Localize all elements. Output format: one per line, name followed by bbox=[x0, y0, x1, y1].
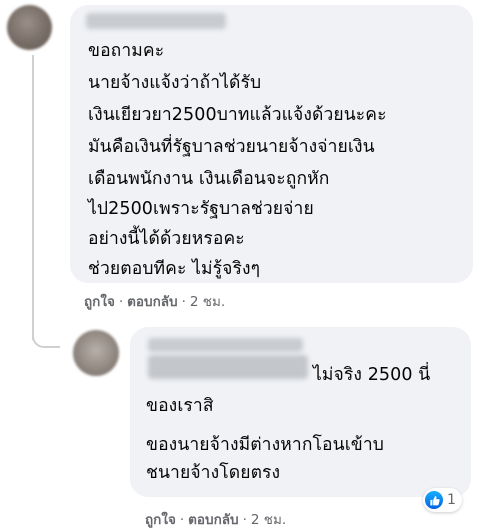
replier-name-redacted[interactable] bbox=[148, 338, 303, 352]
comment-text-line: อย่างนี้ได้ด้วยหรอคะ bbox=[88, 229, 245, 249]
thread-line bbox=[32, 55, 34, 340]
reply-actions: ถูกใจ · ตอบกลับ · 2 ชม. bbox=[145, 508, 286, 530]
reaction-count: 1 bbox=[447, 492, 456, 508]
reply-link[interactable]: ตอบกลับ bbox=[188, 512, 238, 528]
timestamp[interactable]: 2 ชม. bbox=[190, 294, 225, 310]
comment-actions: ถูกใจ · ตอบกลับ · 2 ชม. bbox=[84, 290, 225, 312]
separator-dot: · bbox=[179, 512, 185, 528]
comment-text-line: เดือนพนักงาน เงินเดือนจะถูกหัก bbox=[88, 169, 330, 189]
like-link[interactable]: ถูกใจ bbox=[145, 512, 176, 528]
reply-text-line: ชนายจ้างโดยตรง bbox=[146, 463, 281, 483]
comment-text-line: เงินเยียวยา2500บาทแล้วแจ้งด้วยนะคะ bbox=[88, 105, 387, 125]
comment-text-line: มันคือเงินที่รัฐบาลช่วยนายจ้างจ่ายเงิน bbox=[88, 137, 375, 157]
timestamp[interactable]: 2 ชม. bbox=[251, 512, 286, 528]
avatar[interactable] bbox=[7, 5, 52, 50]
thumbs-up-icon bbox=[425, 491, 443, 509]
reply-text-line: ของนายจ้างมีต่างหากโอนเข้าบ bbox=[146, 435, 384, 455]
reply-avatar[interactable] bbox=[73, 330, 119, 376]
commenter-name-redacted[interactable] bbox=[86, 13, 226, 29]
reply-text-redacted bbox=[148, 355, 308, 379]
reply-text-line: ของเราสิ bbox=[146, 396, 214, 416]
comment-text-line: นายจ้างแจ้งว่าถ้าได้รับ bbox=[88, 73, 262, 93]
separator-dot: · bbox=[242, 512, 247, 528]
separator-dot: · bbox=[181, 294, 186, 310]
comment-thread: ขอถามคะ นายจ้างแจ้งว่าถ้าได้รับ เงินเยีย… bbox=[0, 0, 500, 532]
comment-text-line: ขอถามคะ bbox=[88, 41, 165, 61]
reply-text-line: ไม่จริง 2500 นี่ bbox=[313, 365, 431, 385]
like-link[interactable]: ถูกใจ bbox=[84, 294, 115, 310]
separator-dot: · bbox=[118, 294, 124, 310]
thread-reply-connector bbox=[32, 318, 60, 348]
reply-link[interactable]: ตอบกลับ bbox=[127, 294, 177, 310]
comment-text-line: ไป2500เพราะรัฐบาลช่วยจ่าย bbox=[88, 199, 314, 219]
comment-text-line: ช่วยตอบทีคะ ไม่รู้จริงๆ bbox=[88, 259, 261, 279]
reaction-summary[interactable]: 1 bbox=[423, 488, 462, 512]
